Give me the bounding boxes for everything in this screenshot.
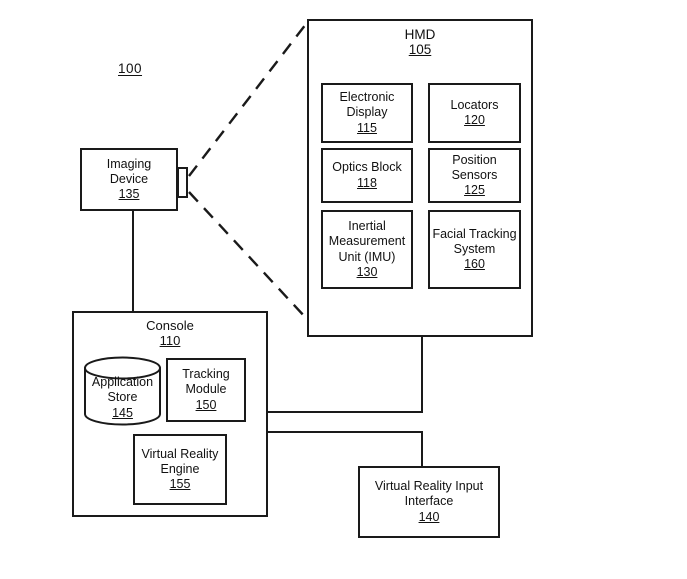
diagram-canvas: 100 HMD 105 Electronic Display 115 Locat… <box>0 0 687 579</box>
connector-console-to-hmd-horizontal <box>266 411 423 413</box>
application-store-number: 145 <box>112 405 133 420</box>
virtual-reality-input-interface-number: 140 <box>418 509 440 524</box>
tracking-module[interactable]: Tracking Module 150 <box>166 358 246 422</box>
virtual-reality-engine-label: Virtual Reality Engine <box>141 446 219 476</box>
electronic-display-label: Electronic Display <box>339 90 395 120</box>
imaging-device-number: 135 <box>118 187 140 202</box>
tracking-module-label: Tracking Module <box>182 367 230 397</box>
hmd-title-number: 105 <box>408 42 432 57</box>
locators-label: Locators <box>450 97 499 112</box>
facial-tracking-system-number: 160 <box>464 257 485 272</box>
hmd-title: HMD 105 <box>307 27 533 57</box>
imaging-device[interactable]: Imaging Device 135 <box>80 148 178 211</box>
application-store-label: Application Store <box>91 375 154 405</box>
figure-number: 100 <box>118 61 143 76</box>
console-title: Console 110 <box>72 318 268 348</box>
hmd-component-facial-tracking-system[interactable]: Facial Tracking System 160 <box>428 210 521 289</box>
hmd-component-position-sensors[interactable]: Position Sensors 125 <box>428 148 521 203</box>
hmd-title-label: HMD <box>404 27 436 42</box>
hmd-component-locators[interactable]: Locators 120 <box>428 83 521 143</box>
camera-lens-icon <box>177 167 188 198</box>
connector-console-to-hmd-vertical <box>421 336 423 413</box>
console-title-number: 110 <box>159 333 181 348</box>
inertial-measurement-unit-number: 130 <box>356 264 378 279</box>
optics-block-number: 118 <box>357 175 377 190</box>
console-title-label: Console <box>146 318 194 333</box>
virtual-reality-input-interface[interactable]: Virtual Reality Input Interface 140 <box>358 466 500 538</box>
connector-imaging-device-to-console <box>132 211 134 312</box>
facial-tracking-system-label: Facial Tracking System <box>432 226 517 256</box>
electronic-display-number: 115 <box>357 120 377 135</box>
hmd-component-electronic-display[interactable]: Electronic Display 115 <box>321 83 413 143</box>
virtual-reality-engine-number: 155 <box>169 477 191 492</box>
virtual-reality-input-interface-label: Virtual Reality Input Interface <box>374 479 484 509</box>
locators-number: 120 <box>464 113 485 127</box>
application-store[interactable]: Application Store 145 <box>83 355 162 427</box>
virtual-reality-engine[interactable]: Virtual Reality Engine 155 <box>133 434 227 505</box>
hmd-component-optics-block[interactable]: Optics Block 118 <box>321 148 413 203</box>
connector-console-to-vr-input-vertical <box>421 431 423 468</box>
inertial-measurement-unit-label: Inertial Measurement Unit (IMU) <box>328 219 406 264</box>
connector-console-to-vr-input-horizontal <box>266 431 423 433</box>
position-sensors-number: 125 <box>464 183 485 198</box>
imaging-device-label: Imaging Device <box>106 156 152 186</box>
position-sensors-label: Position Sensors <box>451 152 498 182</box>
hmd-component-inertial-measurement-unit[interactable]: Inertial Measurement Unit (IMU) 130 <box>321 210 413 289</box>
optics-block-label: Optics Block <box>332 160 402 175</box>
tracking-module-number: 150 <box>195 397 217 412</box>
